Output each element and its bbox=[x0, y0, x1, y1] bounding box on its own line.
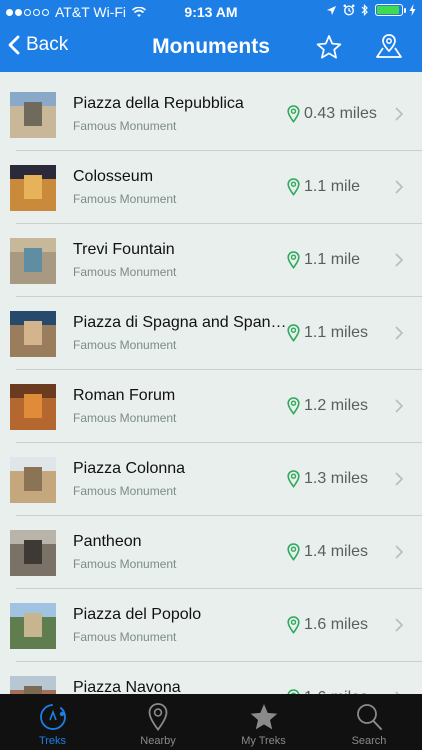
chevron-right-icon bbox=[395, 180, 404, 199]
monument-thumbnail bbox=[10, 165, 56, 211]
tab-label: Treks bbox=[38, 735, 67, 747]
back-label: Back bbox=[26, 34, 69, 55]
distance-label: 1.4 miles bbox=[304, 543, 369, 560]
monument-category: Famous Monument bbox=[73, 338, 177, 352]
distance-label: 0.43 miles bbox=[304, 105, 377, 122]
tab-label: Search bbox=[351, 735, 387, 747]
list-item[interactable]: Piazza Colonna Famous Monument 1.3 miles bbox=[0, 443, 422, 516]
monument-thumbnail bbox=[10, 238, 56, 284]
chevron-right-icon bbox=[395, 399, 404, 418]
tab-treks[interactable]: Treks bbox=[0, 694, 105, 750]
navigation-bar: Back Monuments bbox=[0, 26, 422, 70]
list-item[interactable]: Piazza del Popolo Famous Monument 1.6 mile… bbox=[0, 589, 422, 662]
distance-label: 1.6 miles bbox=[304, 616, 369, 633]
back-button[interactable]: Back bbox=[8, 34, 68, 56]
map-pin-icon bbox=[287, 470, 300, 493]
list-item[interactable]: Trevi Fountain Famous Monument 1.1 mile bbox=[0, 224, 422, 297]
distance-label: 1.1 miles bbox=[304, 324, 369, 341]
chevron-left-icon bbox=[8, 35, 20, 55]
battery-level bbox=[377, 6, 399, 14]
tab-label: My Treks bbox=[241, 735, 286, 747]
chevron-right-icon bbox=[395, 253, 404, 272]
monument-name: Pantheon bbox=[73, 533, 142, 550]
monument-thumbnail bbox=[10, 92, 56, 138]
treks-compass-icon bbox=[0, 702, 105, 732]
monument-name: Piazza Navona bbox=[73, 679, 181, 694]
status-bar: AT&T Wi-Fi 9:13 AM bbox=[0, 0, 422, 24]
map-pin-icon bbox=[287, 178, 300, 201]
monument-thumbnail bbox=[10, 311, 56, 357]
map-pin-icon bbox=[287, 251, 300, 274]
list-item[interactable]: Roman Forum Famous Monument 1.2 miles bbox=[0, 370, 422, 443]
header: AT&T Wi-Fi 9:13 AM Back Monuments bbox=[0, 0, 422, 72]
location-arrow-icon bbox=[327, 5, 336, 15]
monument-category: Famous Monument bbox=[73, 265, 177, 279]
monument-thumbnail bbox=[10, 676, 56, 694]
monument-category: Famous Monument bbox=[73, 192, 177, 206]
list-item[interactable]: Colosseum Famous Monument 1.1 mile bbox=[0, 151, 422, 224]
tab-search[interactable]: Search bbox=[317, 694, 422, 750]
map-pin-icon bbox=[287, 105, 300, 128]
monument-category: Famous Monument bbox=[73, 557, 177, 571]
monument-thumbnail bbox=[10, 530, 56, 576]
chevron-right-icon bbox=[395, 472, 404, 491]
monument-name: Trevi Fountain bbox=[73, 241, 175, 258]
tab-bar: Treks Nearby My Treks Search bbox=[0, 694, 422, 750]
monument-thumbnail bbox=[10, 603, 56, 649]
favorite-star-icon[interactable] bbox=[316, 34, 342, 60]
monument-category: Famous Monument bbox=[73, 411, 177, 425]
map-pin-icon bbox=[106, 702, 211, 732]
monument-thumbnail bbox=[10, 384, 56, 430]
distance-label: 1.1 mile bbox=[304, 178, 361, 195]
map-pin-icon bbox=[287, 397, 300, 420]
chevron-right-icon bbox=[395, 545, 404, 564]
monument-name: Roman Forum bbox=[73, 387, 176, 404]
chevron-right-icon bbox=[395, 107, 404, 126]
monument-category: Famous Monument bbox=[73, 484, 177, 498]
monument-name: Piazza della Repubblica bbox=[73, 95, 244, 112]
chevron-right-icon bbox=[395, 618, 404, 637]
status-right bbox=[326, 4, 416, 16]
distance-label: 1.3 miles bbox=[304, 470, 369, 487]
battery-icon bbox=[375, 4, 406, 16]
map-pin-icon bbox=[287, 543, 300, 566]
charging-bolt-icon bbox=[409, 4, 416, 16]
map-pin-icon bbox=[287, 324, 300, 347]
monument-thumbnail bbox=[10, 457, 56, 503]
monument-name: Piazza Colonna bbox=[73, 460, 186, 477]
star-icon bbox=[211, 702, 316, 732]
list-item[interactable]: Piazza NavonaFamous Monument1.6 miles bbox=[0, 662, 422, 694]
monument-category: Famous Monument bbox=[73, 630, 177, 644]
tab-nearby[interactable]: Nearby bbox=[106, 694, 211, 750]
list-item[interactable]: Piazza di Spagna and Spanish Steps Famous… bbox=[0, 297, 422, 370]
monument-name: Piazza di Spagna and Spanish Steps bbox=[73, 314, 289, 331]
distance-label: 1.2 miles bbox=[304, 397, 369, 414]
distance-label: 1.1 mile bbox=[304, 251, 361, 268]
alarm-icon bbox=[343, 4, 355, 16]
monument-list: Piazza della Repubblica Famous Monument 0.… bbox=[0, 78, 422, 694]
list-item[interactable]: Pantheon Famous Monument 1.4 miles bbox=[0, 516, 422, 589]
monument-category: Famous Monument bbox=[73, 119, 177, 133]
tab-label: Nearby bbox=[140, 735, 176, 747]
list-item[interactable]: Piazza della Repubblica Famous Monument 0.… bbox=[0, 78, 422, 151]
search-icon bbox=[317, 702, 422, 732]
monument-name: Colosseum bbox=[73, 168, 154, 185]
chevron-right-icon bbox=[395, 326, 404, 345]
bluetooth-icon bbox=[361, 4, 368, 16]
tab-my-treks[interactable]: My Treks bbox=[211, 694, 316, 750]
monument-name: Piazza del Popolo bbox=[73, 606, 202, 623]
map-location-icon[interactable] bbox=[374, 32, 404, 60]
map-pin-icon bbox=[287, 616, 300, 639]
